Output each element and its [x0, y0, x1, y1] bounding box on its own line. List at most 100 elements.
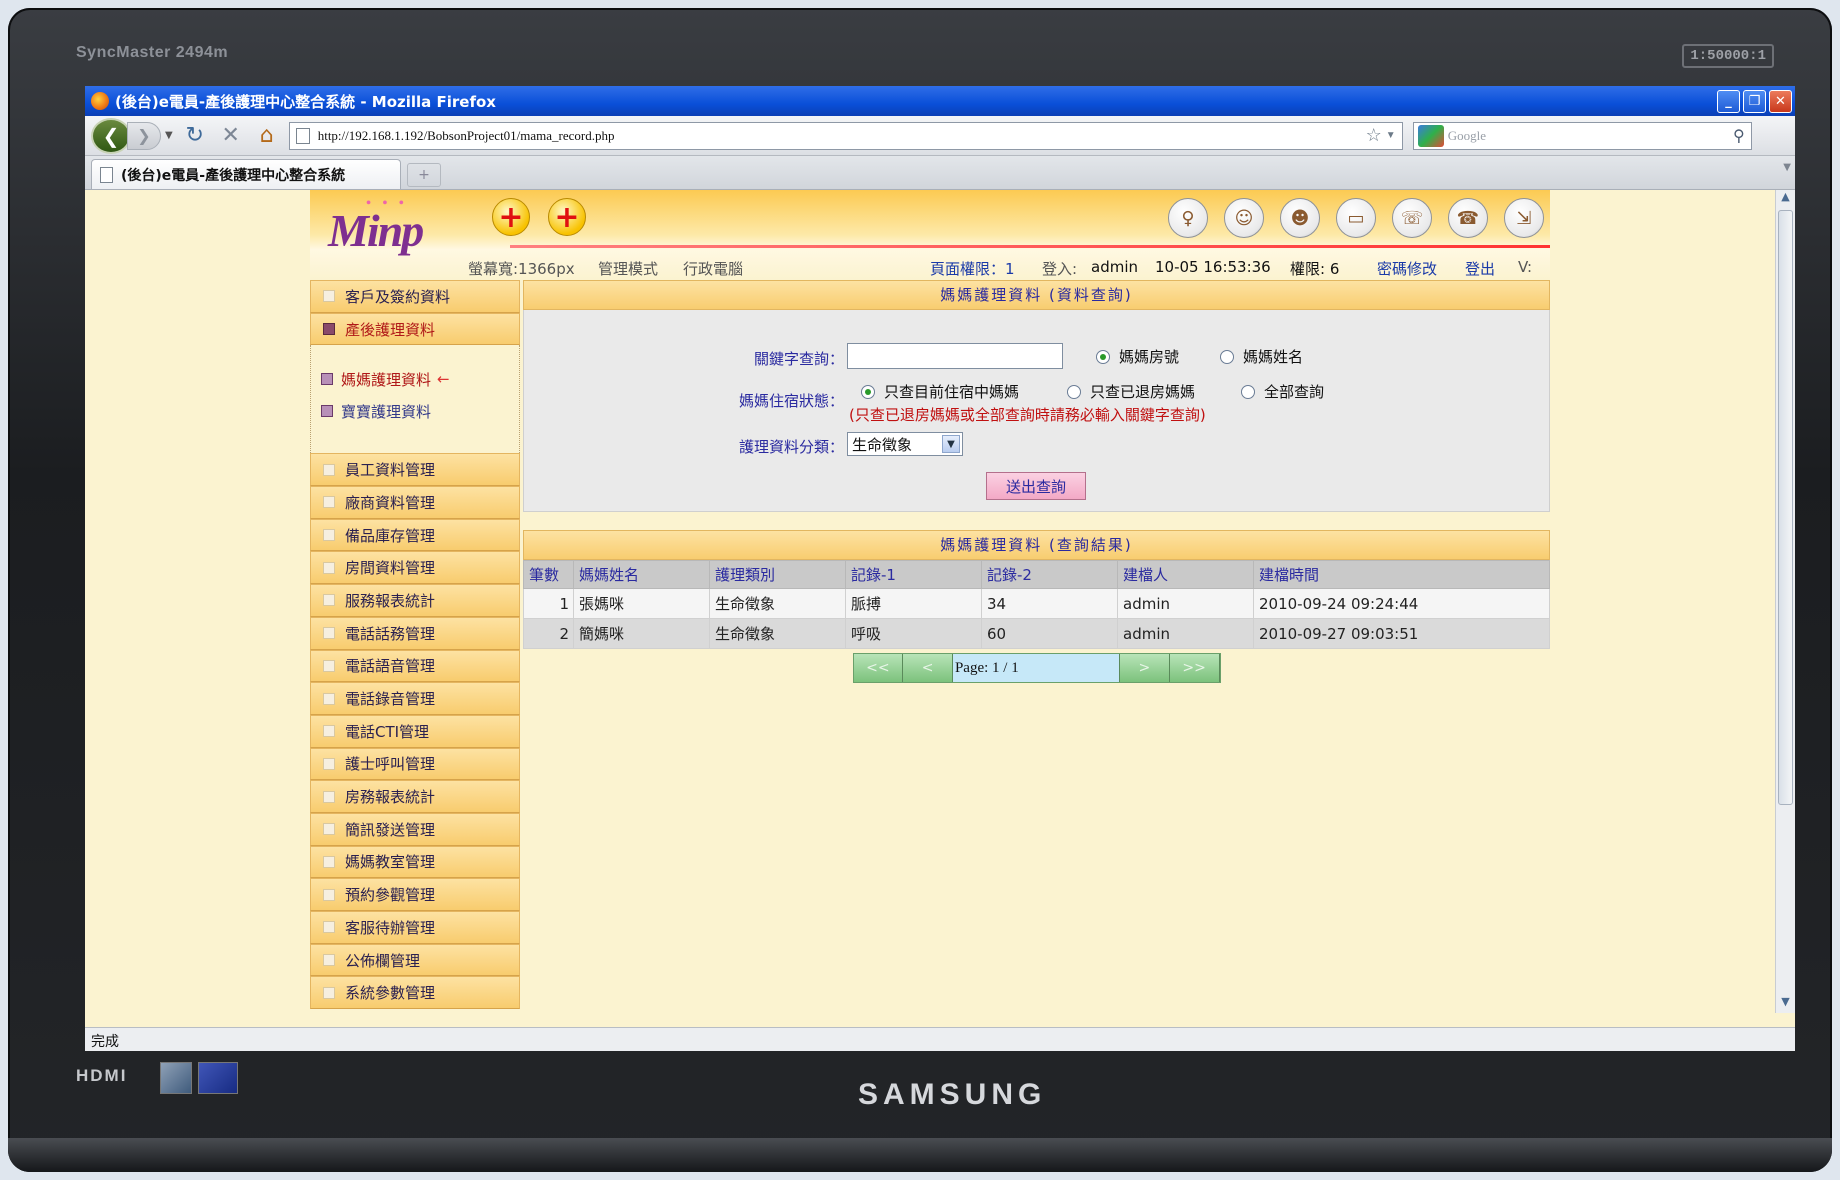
minimize-button[interactable]: _ [1717, 89, 1740, 113]
status-text: 完成 [91, 1034, 119, 1050]
login-label: 登入: [1042, 260, 1078, 278]
column-header[interactable]: 記錄-1 [845, 560, 982, 589]
last-page-button[interactable]: >> [1169, 654, 1220, 682]
sidebar-item[interactable]: 預約參觀管理 [310, 878, 520, 911]
column-header[interactable]: 建檔人 [1117, 560, 1254, 589]
sidebar-item[interactable]: 媽媽教室管理 [310, 845, 520, 879]
table-cell: admin [1117, 588, 1254, 619]
sidebar-item-customers[interactable]: 客戶及簽約資料 [310, 280, 520, 313]
sidebar-item-label: 備品庫存管理 [345, 526, 436, 545]
column-header[interactable]: 建檔時間 [1253, 560, 1550, 589]
search-engine-icon[interactable] [1417, 124, 1444, 147]
sidebar-item[interactable]: 電話CTI管理 [310, 714, 520, 748]
sidebar-item[interactable]: 系統參數管理 [310, 976, 520, 1010]
next-page-button[interactable]: > [1120, 654, 1170, 682]
radio-label: 媽媽房號 [1119, 348, 1180, 366]
checkbox-icon [323, 692, 335, 705]
scroll-thumb[interactable] [1778, 210, 1793, 805]
sidebar-item[interactable]: 服務報表統計 [310, 584, 520, 617]
url-dropdown-icon[interactable]: ▼ [1386, 130, 1396, 141]
prev-page-button[interactable]: < [903, 654, 953, 682]
sidebar-item[interactable]: 房間資料管理 [310, 551, 520, 585]
history-dropdown-icon[interactable]: ▼ [165, 130, 173, 141]
table-cell: admin [1117, 618, 1254, 649]
sidebar-item[interactable]: 護士呼叫管理 [310, 747, 520, 781]
back-button[interactable]: ❮ [91, 117, 131, 154]
sidebar-item[interactable]: 電話錄音管理 [310, 682, 520, 715]
bookmark-star-icon[interactable]: ☆ [1366, 125, 1382, 146]
submenu-item-mother-care[interactable]: 媽媽護理資料 ← [311, 363, 519, 395]
checkbox-icon [323, 627, 335, 640]
table-cell: 1 [523, 588, 574, 619]
staff-icon[interactable]: ☻ [1280, 198, 1320, 238]
change-password-link[interactable]: 密碼修改 [1377, 258, 1437, 279]
submenu-item-baby-care[interactable]: 寶寶護理資料 [311, 395, 519, 427]
status-bar: 完成 [85, 1027, 1795, 1051]
column-header[interactable]: 記錄-2 [981, 560, 1118, 589]
checkbox-icon [323, 888, 335, 901]
sidebar-item[interactable]: 公佈欄管理 [310, 943, 520, 977]
forward-button[interactable]: ❯ [127, 121, 161, 150]
telephone-icon[interactable]: ☎ [1448, 198, 1488, 238]
sidebar-item[interactable]: 備品庫存管理 [310, 518, 520, 552]
add-medical-button[interactable]: + [548, 198, 586, 236]
column-header[interactable]: 媽媽姓名 [573, 560, 710, 589]
table-cell: 2010-09-24 09:24:44 [1253, 588, 1550, 619]
tab-active[interactable]: (後台)e電員-產後護理中心整合系統 [91, 159, 401, 189]
sidebar-item[interactable]: 廠商資料管理 [310, 486, 520, 519]
table-row[interactable]: 2 簡媽咪 生命徵象 呼吸 60 admin 2010-09-27 09:03:… [523, 618, 1550, 649]
close-button[interactable]: ✕ [1769, 89, 1792, 113]
scroll-up-icon[interactable]: ▲ [1776, 190, 1795, 208]
sidebar-item[interactable]: 客服待辦管理 [310, 911, 520, 944]
tab-title: (後台)e電員-產後護理中心整合系統 [121, 167, 346, 184]
home-icon[interactable]: ⌂ [253, 122, 281, 150]
page-indicator: Page: 1 / 1 [952, 654, 1121, 682]
sidebar-item[interactable]: 簡訊發送管理 [310, 812, 520, 846]
baby-icon[interactable]: ☺ [1224, 198, 1264, 238]
radio-checked-out[interactable]: 只查已退房媽媽 [1067, 381, 1195, 402]
samsung-logo: SAMSUNG [858, 1078, 1047, 1111]
category-select[interactable]: 生命徵象 ▼ [847, 432, 963, 456]
sidebar-item[interactable]: 房務報表統計 [310, 780, 520, 813]
scroll-down-icon[interactable]: ▼ [1776, 995, 1795, 1013]
radio-mother-name[interactable]: 媽媽姓名 [1220, 346, 1303, 367]
restore-button[interactable]: ❐ [1743, 89, 1766, 113]
sidebar-item-label: 護士呼叫管理 [345, 755, 436, 774]
keyword-input[interactable] [847, 343, 1063, 369]
vertical-scrollbar[interactable]: ▲ ▼ [1775, 190, 1795, 1013]
table-row[interactable]: 1 張媽咪 生命徵象 脈搏 34 admin 2010-09-24 09:24:… [523, 588, 1550, 619]
chevron-down-icon[interactable]: ▼ [942, 435, 960, 453]
sticker-icon [160, 1062, 192, 1094]
firefox-icon [91, 92, 109, 110]
sidebar-item[interactable]: 員工資料管理 [310, 453, 520, 487]
radio-current-residents[interactable]: 只查目前住宿中媽媽 [861, 381, 1019, 402]
sidebar-item[interactable]: 電話話務管理 [310, 616, 520, 650]
radio-unchecked-icon [1241, 384, 1255, 399]
column-header[interactable]: 筆數 [523, 560, 574, 589]
radio-unchecked-icon [1067, 384, 1081, 399]
address-bar[interactable]: http://192.168.1.192/BobsonProject01/mam… [288, 121, 1403, 150]
phone-icon[interactable]: ☏ [1392, 198, 1432, 238]
reload-icon[interactable]: ↻ [181, 122, 209, 150]
column-header[interactable]: 護理類別 [709, 560, 846, 589]
url-text[interactable]: http://192.168.1.192/BobsonProject01/mam… [318, 128, 1366, 144]
sidebar-item-postpartum[interactable]: 產後護理資料 [310, 312, 520, 346]
sidebar-item[interactable]: 電話語音管理 [310, 649, 520, 683]
logout-link[interactable]: 登出 [1465, 258, 1495, 279]
monitor-icon[interactable]: ▭ [1336, 198, 1376, 238]
stop-icon[interactable]: ✕ [217, 122, 245, 150]
submit-query-button[interactable]: 送出查詢 [986, 472, 1086, 500]
tab-list-icon[interactable]: ▼ [1783, 162, 1791, 173]
sidebar-item-label: 公佈欄管理 [345, 951, 421, 970]
pagination: << < Page: 1 / 1 > >> [852, 653, 1221, 683]
mother-icon[interactable]: ♀ [1168, 198, 1208, 238]
exit-icon[interactable]: ⇲ [1504, 198, 1544, 238]
search-input[interactable]: Google ⚲ [1412, 121, 1752, 150]
first-page-button[interactable]: << [853, 654, 904, 682]
radio-all[interactable]: 全部查詢 [1241, 381, 1324, 402]
new-tab-button[interactable]: + [407, 163, 441, 187]
radio-room-number[interactable]: 媽媽房號 [1096, 346, 1179, 367]
checkbox-icon [323, 921, 335, 934]
search-icon[interactable]: ⚲ [1733, 126, 1751, 146]
add-record-button[interactable]: + [492, 198, 530, 236]
